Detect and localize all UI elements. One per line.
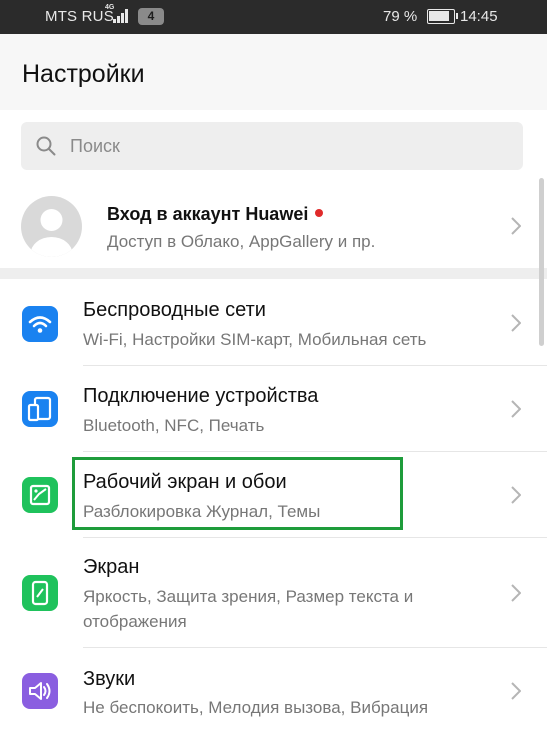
- status-bar: MTS RUS 4G 4 79 % 14:45: [0, 0, 547, 34]
- avatar: [21, 196, 82, 257]
- device-connection-icon: [22, 391, 58, 427]
- wallpaper-icon: [22, 477, 58, 513]
- section-divider: [0, 268, 547, 279]
- item-title: Подключение устройства: [83, 385, 319, 407]
- account-title: Вход в аккаунт Huawei: [107, 204, 324, 225]
- scrollbar[interactable]: [539, 178, 544, 346]
- signal-icon: [113, 9, 131, 23]
- settings-item-wireless[interactable]: Беспроводные сети Wi-Fi, Настройки SIM-к…: [0, 280, 547, 366]
- search-input[interactable]: Поиск: [21, 122, 523, 170]
- highlight-box: [72, 457, 403, 530]
- display-icon: [22, 575, 58, 611]
- settings-item-device-connection[interactable]: Подключение устройства Bluetooth, NFC, П…: [0, 366, 547, 452]
- battery-icon: [427, 9, 458, 24]
- search-icon: [36, 136, 56, 156]
- search-placeholder: Поиск: [70, 136, 120, 156]
- battery-percent: 79 %: [383, 8, 418, 25]
- account-row[interactable]: Вход в аккаунт Huawei Доступ в Облако, A…: [0, 186, 547, 266]
- page-title: Настройки: [22, 60, 145, 88]
- carrier-name: MTS RUS: [45, 8, 114, 25]
- item-title: Экран: [83, 556, 140, 578]
- settings-item-sounds[interactable]: Звуки Не беспокоить, Мелодия вызова, Виб…: [0, 648, 547, 737]
- sim-badge: 4: [138, 8, 164, 25]
- item-subtitle: Bluetooth, NFC, Печать: [83, 416, 265, 435]
- header: Настройки: [0, 34, 547, 110]
- item-subtitle: Wi-Fi, Настройки SIM-карт, Мобильная сет…: [83, 330, 427, 349]
- item-subtitle: Не беспокоить, Мелодия вызова, Вибрация: [83, 698, 429, 717]
- item-title: Беспроводные сети: [83, 299, 266, 321]
- notification-dot: [315, 209, 324, 217]
- item-subtitle: Яркость, Защита зрения, Размер текста и …: [83, 587, 414, 631]
- account-subtitle: Доступ в Облако, AppGallery и пр.: [107, 232, 376, 251]
- wifi-icon: [22, 306, 58, 342]
- chevron-right-icon: [511, 400, 521, 418]
- settings-item-display[interactable]: Экран Яркость, Защита зрения, Размер тек…: [0, 538, 547, 648]
- sound-icon: [22, 673, 58, 709]
- chevron-right-icon: [511, 682, 521, 700]
- chevron-right-icon: [511, 486, 521, 504]
- item-title: Звуки: [83, 668, 136, 690]
- chevron-right-icon: [511, 314, 521, 332]
- chevron-right-icon: [511, 584, 521, 602]
- clock: 14:45: [460, 8, 498, 25]
- chevron-right-icon: [511, 217, 521, 235]
